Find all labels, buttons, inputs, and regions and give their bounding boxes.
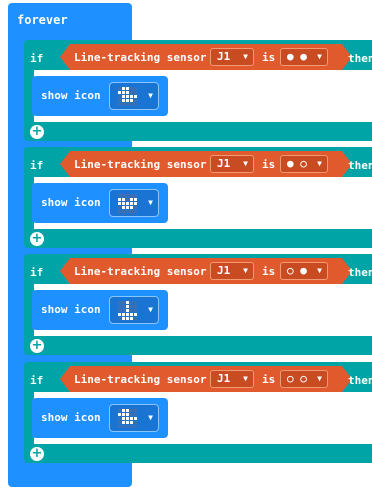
pin-value: J1 [217,50,231,63]
icon-picker[interactable]: ▼ [109,82,159,110]
pin-dropdown[interactable]: J1 ▼ [210,48,254,66]
chevron-down-icon: ▼ [317,52,322,61]
icon-picker[interactable]: ▼ [109,189,159,217]
chevron-down-icon: ▼ [148,198,153,207]
boat-icon [118,301,137,320]
pin-value: J1 [217,157,231,170]
state-value: ● ○ [287,157,307,170]
icon-picker[interactable]: ▼ [109,404,159,432]
show-icon-block[interactable]: show icon ▼ [32,76,168,116]
sensor-label: Line-tracking sensor [74,158,207,171]
pin-dropdown[interactable]: J1 ▼ [210,155,254,173]
sensor-label: Line-tracking sensor [74,373,207,386]
pin-value: J1 [217,264,231,277]
is-label: is [262,373,276,386]
line-tracking-condition[interactable]: Line-tracking sensor J1 ▼ is ○ ○ ▼ [60,366,352,392]
then-label: then [348,159,372,172]
duck-icon [118,409,137,428]
if-label: if [30,266,44,279]
add-else-button[interactable]: + [30,447,44,461]
pacman-face-icon [118,194,137,213]
state-dropdown[interactable]: ● ○ ▼ [280,155,328,173]
chevron-down-icon: ▼ [317,374,322,383]
then-label: then [348,374,372,387]
is-label: is [262,265,276,278]
add-else-button[interactable]: + [30,232,44,246]
if-label: if [30,52,44,65]
then-label: then [348,52,372,65]
state-value: ○ ○ [287,372,307,385]
chevron-down-icon: ▼ [148,91,153,100]
show-icon-label: show icon [41,89,101,102]
icon-picker[interactable]: ▼ [109,296,159,324]
show-icon-label: show icon [41,303,101,316]
add-else-button[interactable]: + [30,125,44,139]
chevron-down-icon: ▼ [317,159,322,168]
state-value: ● ● [287,50,307,63]
chevron-down-icon: ▼ [243,374,248,383]
line-tracking-condition[interactable]: Line-tracking sensor J1 ▼ is ○ ● ▼ [60,258,352,284]
show-icon-block[interactable]: show icon ▼ [32,398,168,438]
show-icon-label: show icon [41,196,101,209]
pin-value: J1 [217,372,231,385]
line-tracking-condition[interactable]: Line-tracking sensor J1 ▼ is ● ○ ▼ [60,151,352,177]
pin-dropdown[interactable]: J1 ▼ [210,370,254,388]
add-else-button[interactable]: + [30,339,44,353]
chevron-down-icon: ▼ [148,413,153,422]
chevron-down-icon: ▼ [243,52,248,61]
is-label: is [262,51,276,64]
state-dropdown[interactable]: ○ ○ ▼ [280,370,328,388]
chevron-down-icon: ▼ [317,266,322,275]
state-dropdown[interactable]: ○ ● ▼ [280,262,328,280]
line-tracking-condition[interactable]: Line-tracking sensor J1 ▼ is ● ● ▼ [60,44,352,70]
pin-dropdown[interactable]: J1 ▼ [210,262,254,280]
sensor-label: Line-tracking sensor [74,265,207,278]
sensor-label: Line-tracking sensor [74,51,207,64]
if-label: if [30,159,44,172]
show-icon-block[interactable]: show icon ▼ [32,183,168,223]
then-label: then [348,266,372,279]
forever-label: forever [17,13,68,27]
state-value: ○ ● [287,264,307,277]
chevron-down-icon: ▼ [243,266,248,275]
show-icon-block[interactable]: show icon ▼ [32,290,168,330]
is-label: is [262,158,276,171]
chevron-down-icon: ▼ [148,305,153,314]
chevron-down-icon: ▼ [243,159,248,168]
show-icon-label: show icon [41,411,101,424]
if-label: if [30,374,44,387]
state-dropdown[interactable]: ● ● ▼ [280,48,328,66]
duck-icon [118,87,137,106]
